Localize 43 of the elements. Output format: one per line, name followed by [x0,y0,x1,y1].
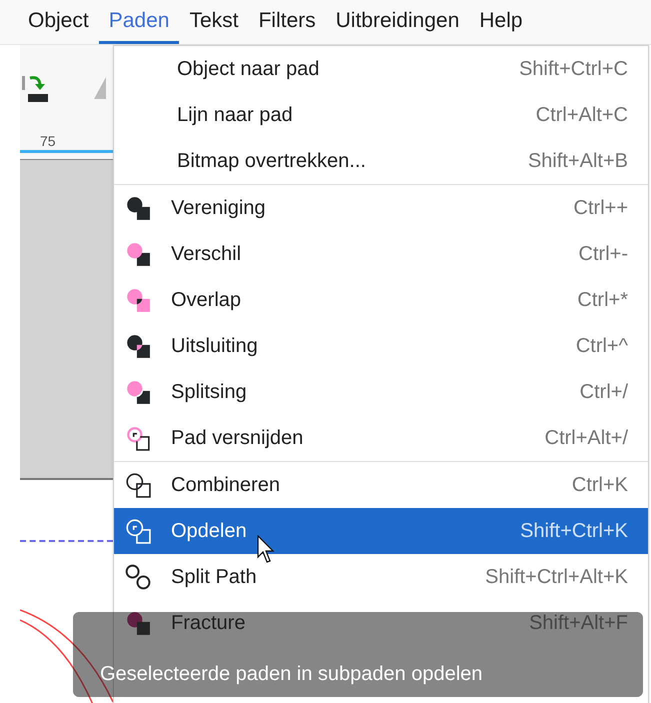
ruler-label: 75 [40,134,56,148]
menu-item[interactable]: Uitsluiting Ctrl+^ [114,323,648,369]
menu-bar-item[interactable]: Uitbreidingen [326,0,470,44]
shortcut-label: Shift+Ctrl+C [519,57,628,82]
menu-bar-item[interactable]: Tekst [179,0,248,44]
shapes-icon [125,379,151,405]
menu-item[interactable]: Fracture Shift+Alt+F [114,600,648,646]
shapes-icon [125,333,151,359]
menu-item[interactable]: Lijn naar pad Ctrl+Alt+C [114,92,648,138]
menu-item[interactable]: Bitmap overtrekken... Shift+Alt+B [114,138,648,184]
shapes-icon [125,287,151,313]
shortcut-label: Shift+Ctrl+Alt+K [485,565,628,590]
menu-item[interactable]: Opdelen Shift+Ctrl+K [114,508,648,554]
menu-bar-item[interactable]: Help [469,0,533,44]
shapes-icon [125,195,151,221]
shapes-icon [125,241,151,267]
menu-item[interactable]: Splitsing Ctrl+/ [114,369,648,415]
menu-item[interactable]: Overlap Ctrl+* [114,277,648,323]
mouse-cursor-icon [257,535,277,565]
menu-item[interactable]: Combineren Ctrl+K [114,462,648,508]
shortcut-label: Ctrl+Alt+/ [544,426,628,451]
menu-item[interactable]: Verschil Ctrl+- [114,231,648,277]
shortcut-label: Ctrl+K [572,473,628,498]
menu-item[interactable]: Object naar pad Shift+Ctrl+C [114,46,648,92]
menu-item[interactable]: Split Path Shift+Ctrl+Alt+K [114,554,648,600]
shapes-outline-icon [125,472,151,498]
shortcut-label: Ctrl+^ [576,334,628,359]
shortcut-label: Ctrl+/ [580,380,628,405]
shortcut-label: Shift+Alt+F [529,611,628,636]
shapes-outline-icon [125,564,151,590]
shapes-icon [125,610,151,636]
shortcut-label: Ctrl+* [577,288,628,313]
shortcut-label: Shift+Ctrl+K [520,519,628,544]
shortcut-label: Ctrl+- [578,242,628,267]
menu-item[interactable]: Pad versnijden Ctrl+Alt+/ [114,415,648,461]
menu-bar-item[interactable]: Filters [248,0,326,44]
menu-bar-item[interactable]: Object [18,0,99,44]
menu-item[interactable]: Vereniging Ctrl++ [114,185,648,231]
shapes-outline-icon [125,518,151,544]
shapes-outline-icon [125,425,151,451]
shortcut-label: Ctrl++ [574,196,628,221]
shortcut-label: Shift+Alt+B [528,149,628,174]
shortcut-label: Ctrl+Alt+C [536,103,628,128]
